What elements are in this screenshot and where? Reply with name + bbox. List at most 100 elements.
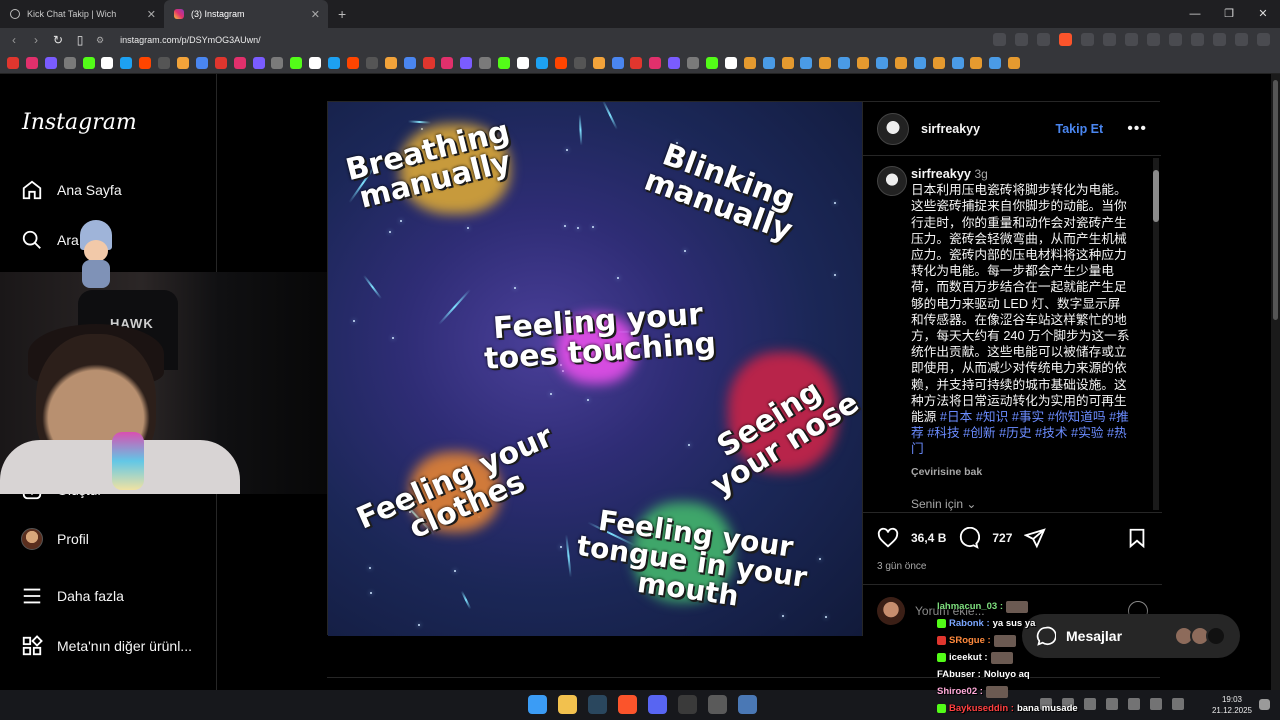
caption-hashtags[interactable]: #日本 #知识 #事实 #你知道吗 #推荐 #科技 #创新 #历史 #技术 #实…	[911, 410, 1129, 456]
bookmark-favicon-icon[interactable]	[233, 56, 246, 69]
bookmark-favicon-icon[interactable]	[309, 56, 322, 69]
avatar[interactable]	[877, 166, 907, 196]
menu-icon[interactable]	[1257, 33, 1270, 46]
bookmark-favicon-icon[interactable]	[838, 56, 851, 69]
sidebar-icon[interactable]	[1213, 33, 1226, 46]
share-icon[interactable]	[1024, 527, 1047, 549]
bookmark-favicon-icon[interactable]	[857, 56, 870, 69]
bookmark-favicon-icon[interactable]	[177, 56, 190, 69]
comments-count[interactable]: 727	[992, 531, 1012, 545]
discord-icon[interactable]	[648, 695, 667, 714]
bookmark-favicon-icon[interactable]	[44, 56, 57, 69]
bookmark-favicon-icon[interactable]	[365, 56, 378, 69]
bookmark-favicon-icon[interactable]	[517, 56, 530, 69]
network-icon[interactable]	[1150, 698, 1162, 710]
bookmark-favicon-icon[interactable]	[800, 56, 813, 69]
sidebar-item-more[interactable]: Daha fazla	[21, 585, 124, 607]
maximize-button[interactable]: ❐	[1212, 0, 1246, 28]
windows-start-icon[interactable]	[528, 695, 547, 714]
forward-button[interactable]: ›	[30, 33, 42, 47]
download-icon[interactable]	[1235, 33, 1248, 46]
tab-instagram[interactable]: (3) Instagram ✕	[164, 0, 328, 28]
extension-icon[interactable]	[1103, 33, 1116, 46]
file-explorer-icon[interactable]	[558, 695, 577, 714]
bookmark-favicon-icon[interactable]	[819, 56, 832, 69]
caption-scrollbar[interactable]	[1153, 158, 1159, 510]
extension-icon[interactable]	[1169, 33, 1182, 46]
bookmark-favicon-icon[interactable]	[762, 56, 775, 69]
bookmark-favicon-icon[interactable]	[668, 56, 681, 69]
url-field[interactable]: instagram.com/p/DSYmOG3AUwn/	[120, 35, 261, 45]
close-window-button[interactable]: ✕	[1246, 0, 1280, 28]
bookmark-favicon-icon[interactable]	[875, 56, 888, 69]
close-tab-icon[interactable]: ✕	[311, 8, 320, 21]
new-tab-button[interactable]: +	[338, 6, 346, 22]
for-you-dropdown[interactable]: Senin için ⌄	[911, 496, 1131, 511]
avatar[interactable]	[877, 112, 909, 145]
bookmark-favicon-icon[interactable]	[441, 56, 454, 69]
obs-icon[interactable]	[708, 695, 727, 714]
steam-icon[interactable]	[588, 695, 607, 714]
bookmark-favicon-icon[interactable]	[290, 56, 303, 69]
reload-button[interactable]: ↻	[52, 33, 64, 47]
sidebar-item-meta[interactable]: Meta'nın diğer ürünl...	[21, 635, 192, 657]
brave-shield-icon[interactable]	[1059, 33, 1072, 46]
bookmark-favicon-icon[interactable]	[63, 56, 76, 69]
comment-icon[interactable]	[958, 527, 981, 549]
save-icon[interactable]	[1126, 527, 1148, 549]
app-icon[interactable]	[678, 695, 697, 714]
bookmark-favicon-icon[interactable]	[535, 56, 548, 69]
bookmark-favicon-icon[interactable]	[384, 56, 397, 69]
bookmark-favicon-icon[interactable]	[328, 56, 341, 69]
clock[interactable]: 19:03 21.12.2025	[1212, 694, 1252, 716]
instagram-logo[interactable]: Instagram	[22, 110, 137, 135]
extension-icon[interactable]	[1147, 33, 1160, 46]
bookmark-favicon-icon[interactable]	[460, 56, 473, 69]
bookmark-favicon-icon[interactable]	[951, 56, 964, 69]
app-icon[interactable]	[738, 695, 757, 714]
bookmark-favicon-icon[interactable]	[554, 56, 567, 69]
bookmark-favicon-icon[interactable]	[422, 56, 435, 69]
bookmark-favicon-icon[interactable]	[252, 56, 265, 69]
heart-icon[interactable]	[877, 527, 899, 549]
bookmark-favicon-icon[interactable]	[705, 56, 718, 69]
bookmark-favicon-icon[interactable]	[894, 56, 907, 69]
bookmark-favicon-icon[interactable]	[592, 56, 605, 69]
sidebar-item-home[interactable]: Ana Sayfa	[21, 179, 122, 201]
more-options-icon[interactable]: •••	[1127, 120, 1147, 138]
bookmark-favicon-icon[interactable]	[932, 56, 945, 69]
sidebar-item-profile[interactable]: Profil	[21, 528, 89, 550]
bookmark-favicon-icon[interactable]	[743, 56, 756, 69]
bookmark-favicon-icon[interactable]	[403, 56, 416, 69]
bookmark-favicon-icon[interactable]	[347, 56, 360, 69]
bookmark-favicon-icon[interactable]	[1008, 56, 1021, 69]
bookmark-favicon-icon[interactable]	[724, 56, 737, 69]
minimize-button[interactable]: —	[1178, 0, 1212, 28]
page-scrollbar[interactable]	[1271, 74, 1280, 690]
bookmark-favicon-icon[interactable]	[913, 56, 926, 69]
bookmark-favicon-icon[interactable]	[611, 56, 624, 69]
bookmark-favicon-icon[interactable]	[120, 56, 133, 69]
brave-icon[interactable]	[618, 695, 637, 714]
bookmark-icon[interactable]: ▯	[74, 33, 86, 47]
likes-count[interactable]: 36,4 B	[911, 531, 946, 545]
follow-button[interactable]: Takip Et	[1055, 122, 1103, 136]
caption-username[interactable]: sirfreakyy	[911, 167, 971, 181]
zoom-icon[interactable]	[1015, 33, 1028, 46]
volume-icon[interactable]	[1172, 698, 1184, 710]
extensions-puzzle-icon[interactable]	[1191, 33, 1204, 46]
bookmark-favicon-icon[interactable]	[214, 56, 227, 69]
bookmark-favicon-icon[interactable]	[271, 56, 284, 69]
see-translation-link[interactable]: Çevirisine bak	[911, 464, 1131, 480]
bookmark-favicon-icon[interactable]	[649, 56, 662, 69]
tab-kick-chat[interactable]: Kick Chat Takip | Wich ✕	[0, 0, 164, 28]
notification-icon[interactable]	[1259, 699, 1270, 710]
close-tab-icon[interactable]: ✕	[147, 8, 156, 21]
site-info-icon[interactable]: ⚙	[96, 35, 104, 46]
bookmark-favicon-icon[interactable]	[498, 56, 511, 69]
cast-icon[interactable]	[993, 33, 1006, 46]
extension-icon[interactable]	[1125, 33, 1138, 46]
bookmark-favicon-icon[interactable]	[989, 56, 1002, 69]
bookmark-favicon-icon[interactable]	[781, 56, 794, 69]
post-username[interactable]: sirfreakyy	[921, 122, 980, 136]
